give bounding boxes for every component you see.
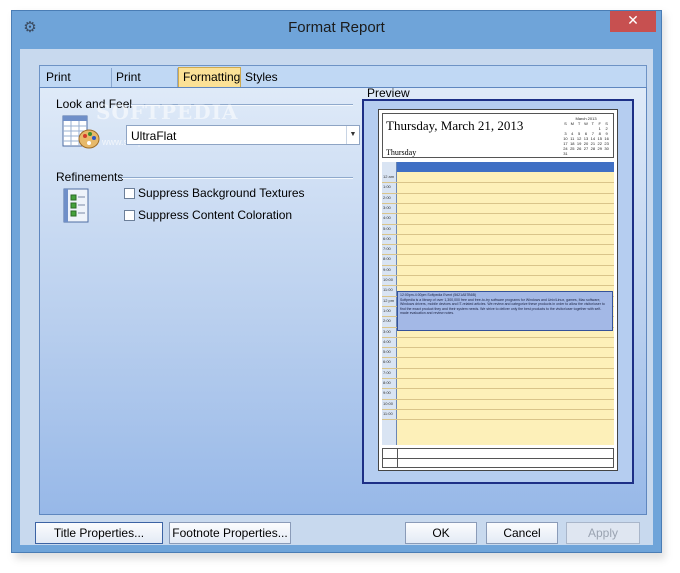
- time-label: 5:00: [383, 349, 391, 355]
- time-label: 7:00: [383, 369, 391, 375]
- mini-calendar-week-row: 31: [562, 151, 610, 156]
- hour-gridline: [382, 244, 614, 246]
- palette-document-icon: [62, 114, 100, 150]
- mini-calendar-cell: 31: [563, 151, 568, 156]
- tab-formatting[interactable]: Formatting: [178, 67, 241, 88]
- mini-calendar-cell: [589, 151, 596, 156]
- look-and-feel-dropdown[interactable]: UltraFlat ▼: [126, 125, 360, 145]
- tab-print-styles[interactable]: Print Styles: [112, 68, 178, 103]
- time-label: 10:00: [383, 277, 394, 282]
- hour-gridline: [382, 192, 614, 194]
- time-label: 4:00: [383, 215, 391, 221]
- preview-page: Thursday, March 21, 2013 Thursday March …: [378, 109, 618, 471]
- time-label: 12 pm: [383, 297, 395, 303]
- hour-gridline: [382, 357, 614, 359]
- apply-button[interactable]: Apply: [566, 522, 640, 544]
- time-label: 9:00: [383, 266, 391, 272]
- preview-day-label: Thursday: [386, 148, 417, 157]
- ok-button[interactable]: OK: [405, 522, 477, 544]
- time-label: 3:00: [383, 204, 391, 210]
- hour-gridline: [382, 336, 614, 338]
- mini-calendar-grid: S M T W T F S 1 2 3 4 5 6 7 8 9 10 11 12 13 14 15 16 17 18 19 20 21…: [562, 121, 610, 156]
- time-label: 2:00: [383, 318, 391, 324]
- title-properties-button[interactable]: Title Properties...: [35, 522, 163, 544]
- hour-gridline: [382, 398, 614, 400]
- mini-calendar-cell: [569, 151, 576, 156]
- hour-gridline: [382, 233, 614, 235]
- time-label: 1:00: [383, 307, 391, 313]
- mini-calendar-cell: [596, 151, 603, 156]
- tab-print-ranges[interactable]: Print Ranges: [42, 68, 112, 103]
- dialog-client-area: Print Ranges Print Styles Formatting Sty…: [20, 49, 653, 545]
- window-title: Format Report: [288, 19, 385, 36]
- hour-gridline: [382, 182, 614, 184]
- mini-calendar: March 2013 S M T W T F S 1 2 3 4 5 6 7 8 9 10 11 12 13 14 15 1…: [562, 116, 610, 156]
- mini-calendar-cell: [603, 151, 610, 156]
- suppress-content-coloration-checkbox[interactable]: [124, 210, 135, 221]
- time-label: 8:00: [383, 380, 391, 385]
- suppress-background-textures-label[interactable]: Suppress Background Textures: [138, 186, 305, 200]
- softpedia-watermark: SOFTPEDIA: [96, 100, 239, 124]
- time-label: 11:00: [383, 287, 393, 293]
- chevron-down-icon[interactable]: ▼: [346, 126, 359, 144]
- footnote-properties-button[interactable]: Footnote Properties...: [169, 522, 291, 544]
- hour-gridline: [382, 388, 614, 390]
- formatting-panel: Look and Feel SOFTPEDIA UltraFlat ▼ Refi…: [39, 86, 647, 515]
- time-label: 10:00: [383, 400, 394, 406]
- appointment-body: Softpedia is a library of over 1,300,000…: [400, 297, 605, 316]
- suppress-background-textures-checkbox[interactable]: [124, 188, 135, 199]
- hour-gridline: [382, 213, 614, 215]
- hour-gridline: [382, 367, 614, 369]
- preview-page-header: Thursday, March 21, 2013 Thursday March …: [382, 113, 614, 158]
- hour-gridline: [382, 419, 614, 421]
- hour-gridline: [382, 347, 614, 349]
- time-label: 4:00: [383, 338, 391, 344]
- format-report-dialog: ⚙ Format Report ✕ Print Ranges Print Sty…: [11, 10, 662, 553]
- refinements-label: Refinements: [56, 170, 124, 184]
- hour-gridline: [382, 264, 614, 266]
- hour-gridline: [382, 408, 614, 410]
- time-label: 12 am: [383, 174, 395, 179]
- hour-gridline: [382, 223, 614, 225]
- time-label: 3:00: [383, 328, 391, 334]
- checklist-icon: [62, 188, 92, 224]
- title-bar[interactable]: ⚙ Format Report ✕: [12, 11, 661, 49]
- appointment-block: 12:00pm-4:00pm Softpedia Event (5621A57B…: [397, 291, 613, 331]
- preview-frame: Thursday, March 21, 2013 Thursday March …: [362, 99, 634, 484]
- time-label: 9:00: [383, 390, 391, 396]
- hour-gridline: [382, 254, 614, 256]
- preview-label: Preview: [367, 86, 410, 100]
- preview-date-title: Thursday, March 21, 2013: [386, 118, 524, 133]
- tab-styles[interactable]: Styles: [241, 68, 281, 88]
- preview-day-grid: 12 am 1:00 2:00 3:00 4:00 5:00 6:00 7:00 8:00 9:0…: [382, 162, 614, 445]
- hour-gridline: [382, 378, 614, 379]
- time-label: 2:00: [383, 194, 391, 200]
- mini-calendar-cell: [576, 151, 583, 156]
- cancel-button[interactable]: Cancel: [486, 522, 558, 544]
- suppress-content-coloration-label[interactable]: Suppress Content Coloration: [138, 208, 292, 222]
- time-label: 8:00: [383, 256, 391, 262]
- preview-footer-rows: [382, 448, 614, 468]
- time-label: 5:00: [383, 225, 391, 231]
- tab-strip: Print Ranges Print Styles Formatting Sty…: [39, 65, 647, 103]
- refinements-divider: [122, 177, 353, 179]
- mini-calendar-cell: [583, 151, 590, 156]
- hour-gridline: [382, 285, 614, 287]
- time-label: 11:00: [383, 410, 393, 416]
- hour-gridline: [382, 202, 614, 204]
- hour-gridline: [382, 275, 614, 276]
- time-label: 6:00: [383, 359, 391, 365]
- close-button[interactable]: ✕: [610, 11, 656, 32]
- time-label: 6:00: [383, 235, 391, 241]
- time-label: 7:00: [383, 246, 391, 252]
- time-label: 1:00: [383, 184, 391, 190]
- day-header-bar: [397, 162, 614, 172]
- look-and-feel-value: UltraFlat: [131, 129, 177, 143]
